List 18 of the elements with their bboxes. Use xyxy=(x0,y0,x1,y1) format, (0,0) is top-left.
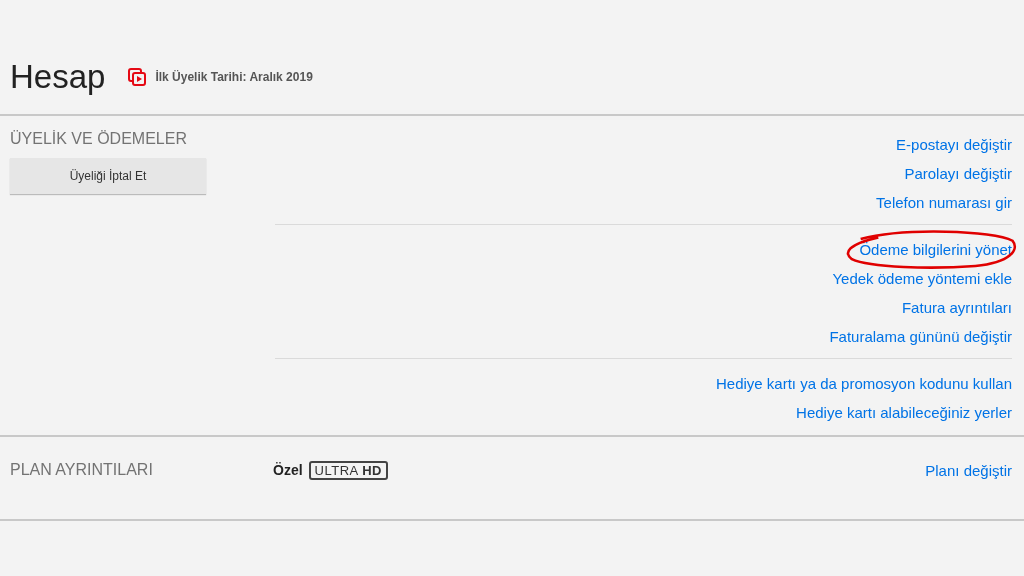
plan-name: Özel xyxy=(273,462,303,478)
account-link[interactable]: Hediye kartı alabileceğiniz yerler xyxy=(796,404,1012,421)
quality-badge: ULTRA HD xyxy=(308,460,388,480)
account-link[interactable]: Yedek ödeme yöntemi ekle xyxy=(832,270,1012,287)
account-link[interactable]: Telefon numarası gir xyxy=(876,194,1012,211)
member-since-icon xyxy=(127,67,148,87)
account-link[interactable]: Fatura ayrıntıları xyxy=(901,299,1012,316)
account-link[interactable]: Ödeme bilgilerini yönet xyxy=(859,241,1012,258)
account-link[interactable]: Faturalama gününü değiştir xyxy=(829,328,1012,345)
change-plan-link[interactable]: Planı değiştir xyxy=(925,461,1012,479)
account-link[interactable]: Hediye kartı ya da promosyon kodunu kullan xyxy=(716,375,1012,392)
section-heading: ÜYELİK VE ÖDEMELER xyxy=(10,130,188,148)
member-since-text: İlk Üyelik Tarihi: Aralık 2019 xyxy=(155,70,313,84)
account-link[interactable]: E-postayı değiştir xyxy=(896,136,1012,153)
account-link[interactable]: Parolayı değiştir xyxy=(904,165,1012,182)
page-title: Hesap xyxy=(10,58,106,96)
cancel-membership-button[interactable]: Üyeliği İptal Et xyxy=(10,158,206,194)
section-heading: PLAN AYRINTILARI xyxy=(10,461,154,479)
